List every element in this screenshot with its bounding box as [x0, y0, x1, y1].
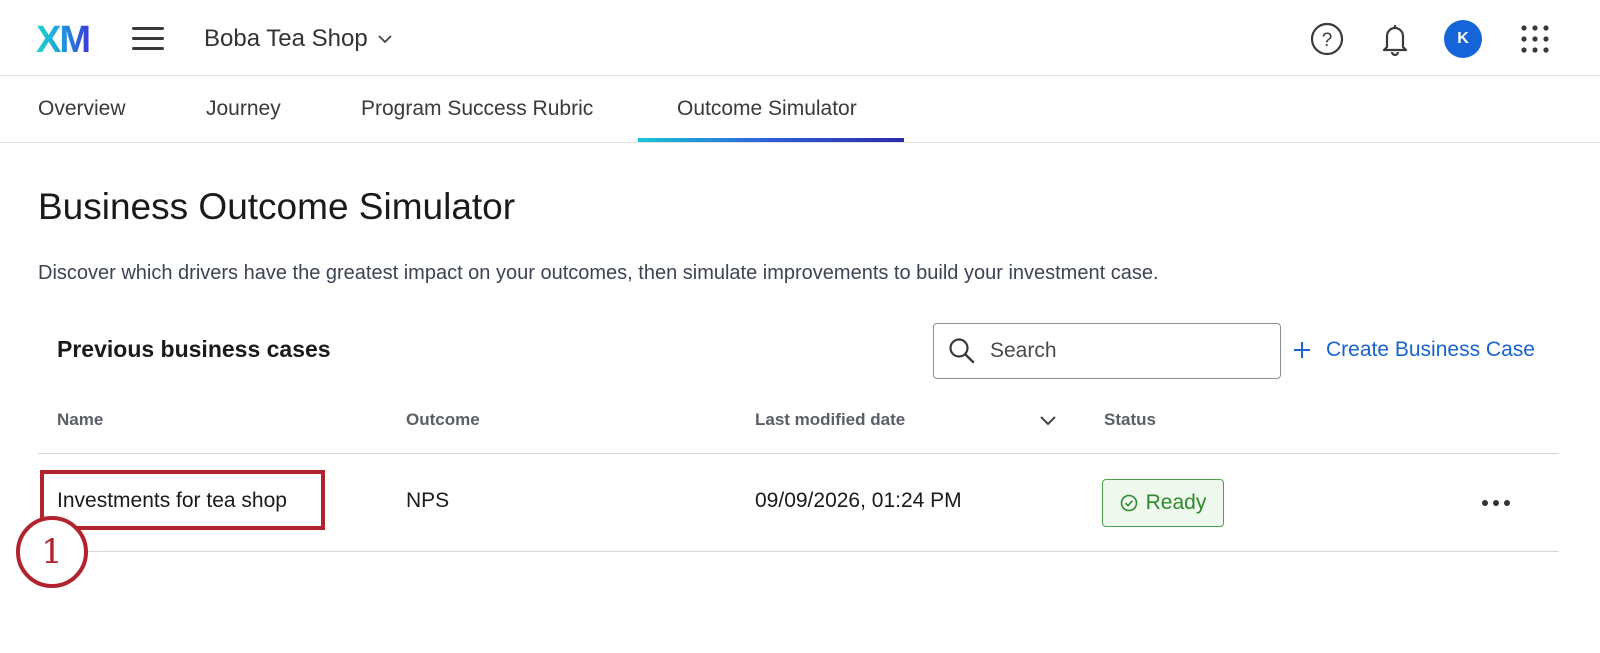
search-input[interactable]: [990, 339, 1270, 363]
column-header-last-modified[interactable]: Last modified date: [755, 410, 905, 430]
project-name: Boba Tea Shop: [204, 25, 368, 52]
annotation-callout: 1: [16, 516, 88, 588]
outcome-cell: NPS: [406, 489, 450, 512]
svg-text:?: ?: [1322, 30, 1333, 51]
create-business-case-button[interactable]: Create Business Case: [1292, 332, 1535, 368]
tab-journey[interactable]: Journey: [206, 77, 281, 143]
status-text: Ready: [1145, 491, 1207, 514]
tab-program-success-rubric[interactable]: Program Success Rubric: [361, 77, 593, 143]
column-header-name: Name: [57, 410, 104, 429]
column-header-status: Status: [1104, 410, 1156, 429]
sort-chevron-down-icon[interactable]: [1037, 410, 1059, 432]
top-header: XM Boba Tea Shop ? K: [0, 0, 1600, 76]
annotation-highlight-box: [40, 470, 325, 530]
project-selector[interactable]: Boba Tea Shop: [204, 22, 394, 56]
section-title: Previous business cases: [57, 336, 331, 362]
search-box[interactable]: [933, 323, 1281, 379]
create-business-case-label: Create Business Case: [1326, 338, 1535, 361]
xm-logo[interactable]: XM: [36, 18, 98, 58]
plus-icon: [1294, 342, 1310, 358]
more-options-icon[interactable]: [1476, 488, 1516, 518]
column-header-outcome: Outcome: [406, 410, 480, 429]
svg-text:XM: XM: [36, 19, 89, 58]
row-divider: [38, 551, 1559, 552]
chevron-down-icon: [378, 35, 392, 44]
last-modified-cell: 09/09/2026, 01:24 PM: [755, 489, 962, 512]
tab-outcome-simulator[interactable]: Outcome Simulator: [677, 77, 857, 143]
page-description: Discover which drivers have the greatest…: [38, 262, 1159, 284]
user-avatar[interactable]: K: [1444, 20, 1482, 58]
status-badge: Ready: [1102, 479, 1224, 527]
apps-grid-icon[interactable]: [1516, 20, 1554, 58]
help-icon[interactable]: ?: [1308, 20, 1346, 58]
page-title: Business Outcome Simulator: [38, 186, 516, 227]
tab-overview[interactable]: Overview: [38, 77, 126, 143]
header-divider: [38, 453, 1559, 454]
hamburger-menu-icon[interactable]: [132, 24, 166, 54]
active-tab-indicator: [638, 138, 904, 142]
bell-icon[interactable]: [1376, 20, 1414, 58]
tab-bar: Overview Journey Program Success Rubric …: [0, 77, 1600, 143]
search-icon: [949, 338, 975, 364]
check-circle-icon: [1120, 494, 1137, 512]
